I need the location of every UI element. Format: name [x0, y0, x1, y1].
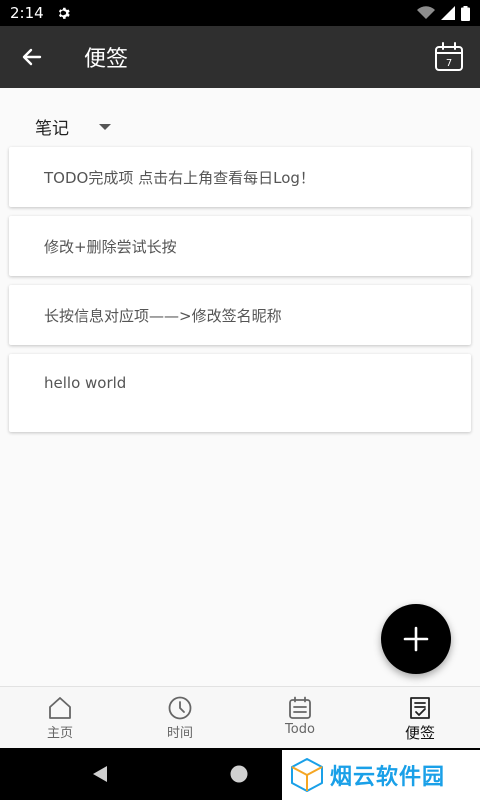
back-triangle-icon[interactable] [90, 764, 110, 784]
cube-logo-icon [291, 758, 323, 792]
watermark-logo: 烟云软件园 [282, 750, 480, 800]
nav-item-home[interactable]: 主页 [0, 687, 120, 748]
note-card[interactable]: hello world [9, 354, 471, 432]
note-text: 修改+删除尝试长按 [44, 238, 177, 256]
page-title: 便签 [84, 47, 129, 72]
nav-label: 主页 [46, 726, 73, 741]
plus-icon [403, 626, 429, 652]
watermark-text: 烟云软件园 [330, 765, 446, 790]
nav-label: 便签 [404, 724, 435, 742]
app-bar: 便签 7 [0, 26, 480, 88]
add-note-button[interactable] [381, 604, 451, 674]
bottom-nav: 主页 时间 Todo 便签 [0, 686, 480, 748]
note-text: TODO完成项 点击右上角查看每日Log！ [44, 169, 315, 187]
signal-icon [441, 6, 455, 20]
note-card[interactable]: 修改+删除尝试长按 [9, 216, 471, 276]
calendar-day: 7 [446, 58, 452, 69]
nav-label: Todo [285, 722, 315, 737]
nav-item-todo[interactable]: Todo [240, 687, 360, 748]
wifi-icon [417, 6, 435, 19]
todo-icon [289, 696, 311, 719]
note-card[interactable]: TODO完成项 点击右上角查看每日Log！ [9, 147, 471, 207]
settings-gear-icon [58, 7, 70, 19]
back-button[interactable] [0, 26, 64, 88]
category-dropdown[interactable]: 笔记 [35, 114, 111, 139]
arrow-left-icon [22, 48, 42, 66]
nav-item-time[interactable]: 时间 [120, 687, 240, 748]
note-text: 长按信息对应项——>修改签名昵称 [44, 307, 282, 325]
category-label: 笔记 [35, 119, 69, 139]
status-bar: 2:14 [0, 0, 480, 26]
note-text: hello world [44, 374, 127, 392]
nav-item-notes[interactable]: 便签 [360, 687, 480, 748]
nav-label: 时间 [166, 726, 193, 741]
calendar-icon[interactable]: 7 [432, 40, 466, 74]
home-icon [49, 697, 71, 719]
note-icon [410, 697, 430, 719]
dropdown-caret-icon [99, 123, 111, 130]
status-time: 2:14 [10, 4, 44, 22]
battery-icon [461, 5, 470, 21]
home-circle-icon[interactable] [230, 765, 248, 783]
note-card[interactable]: 长按信息对应项——>修改签名昵称 [9, 285, 471, 345]
clock-icon [168, 696, 192, 720]
